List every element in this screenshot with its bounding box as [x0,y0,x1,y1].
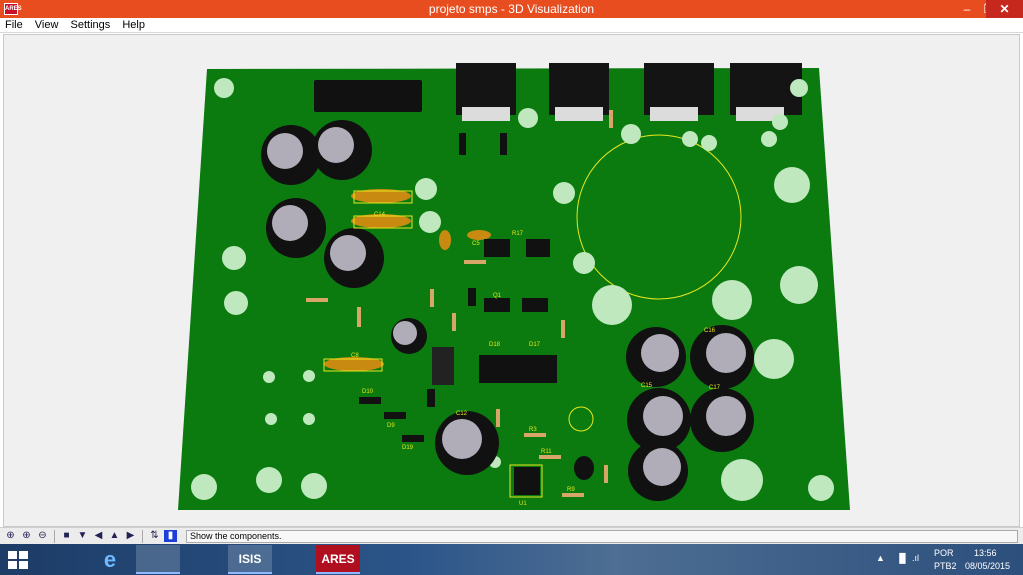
transistor [484,298,510,312]
label-d19: D19 [402,445,414,451]
isis-icon[interactable]: ISIS [228,545,272,574]
regulator [432,347,454,385]
status-bar: ⊕ ⊕ ⊖ ■ ▼ ◀ ▲ ▶ ⇅ ▮ Show the components. [0,527,1023,544]
show-components-icon[interactable]: ▮ [164,530,177,542]
label-r3: R3 [529,427,537,433]
start-button[interactable] [8,551,28,569]
view-left-icon[interactable]: ◀ [92,530,105,542]
close-button[interactable]: ✕ [986,0,1023,18]
zoom-in-icon[interactable]: ⊕ [20,530,33,542]
chrome-icon[interactable] [272,545,316,574]
to92-transistor [574,456,594,480]
mosfet [526,239,550,257]
label-q1: Q1 [493,293,502,299]
network-icon[interactable]: ▐▌ [896,553,909,563]
ic-chip [479,355,557,383]
taskbar: e ISIS ARES ▲ ▐▌ .ıl POR PTB2 13:56 08/0… [0,544,1023,575]
clock-date[interactable]: 08/05/2015 [965,561,1010,571]
folder-icon[interactable] [136,545,180,574]
menu-file[interactable]: File [0,18,27,31]
label-c16: C16 [704,328,716,334]
pcb-3d-view: C16 C15 C17 C12 C8 C14 C5 R17 R3 R11 R9 … [178,63,850,510]
label-r9: R9 [567,487,575,493]
label-c8: C8 [351,353,359,359]
label-c12: C12 [456,411,468,417]
transistor [522,298,548,312]
label-d10: D10 [362,389,374,395]
view-front-icon[interactable]: ▼ [76,530,89,542]
view-top-icon[interactable]: ■ [60,530,73,542]
toolbar-divider [142,530,143,543]
label-d18: D18 [489,342,501,348]
minimize-button[interactable]: – [956,0,978,18]
menu-help[interactable]: Help [117,18,149,31]
label-d17: D17 [529,342,541,348]
menu-settings[interactable]: Settings [66,18,115,31]
label-u1: U1 [519,501,527,507]
zoom-out-icon[interactable]: ⊖ [36,530,49,542]
file-explorer-icon[interactable] [40,545,84,574]
clock-time[interactable]: 13:56 [974,548,997,558]
label-d9: D9 [387,423,395,429]
label-c14: C14 [374,212,386,218]
3d-viewport[interactable]: C16 C15 C17 C12 C8 C14 C5 R17 R3 R11 R9 … [3,34,1020,527]
connector-block [314,80,422,112]
store-icon[interactable] [184,545,228,574]
mosfet [484,239,510,257]
status-message: Show the components. [186,530,1018,543]
internet-explorer-icon[interactable]: e [88,545,132,574]
menu-bar: File View Settings Help [0,18,1023,33]
label-r11: R11 [541,449,552,455]
label-c5: C5 [472,241,480,247]
tray-arrow-icon[interactable]: ▲ [876,553,885,563]
toolbar-divider [54,530,55,543]
label-r17: R17 [512,231,524,237]
view-right-icon[interactable]: ▶ [124,530,137,542]
view-toggle-icon[interactable]: ⇅ [148,530,161,542]
label-c17: C17 [709,385,721,391]
window-title: projeto smps - 3D Visualization [428,2,595,16]
view-back-icon[interactable]: ▲ [108,530,121,542]
keyboard-layout[interactable]: PTB2 [934,561,957,571]
language-indicator[interactable]: POR [934,548,954,558]
label-c15: C15 [641,383,653,389]
signal-icon[interactable]: .ıl [912,553,919,563]
zoom-extents-icon[interactable]: ⊕ [4,530,17,542]
title-bar: ARES projeto smps - 3D Visualization – ❐… [0,0,1023,18]
ic-u1 [514,467,540,495]
ares-icon[interactable]: ARES [316,545,360,574]
menu-view[interactable]: View [30,18,63,31]
